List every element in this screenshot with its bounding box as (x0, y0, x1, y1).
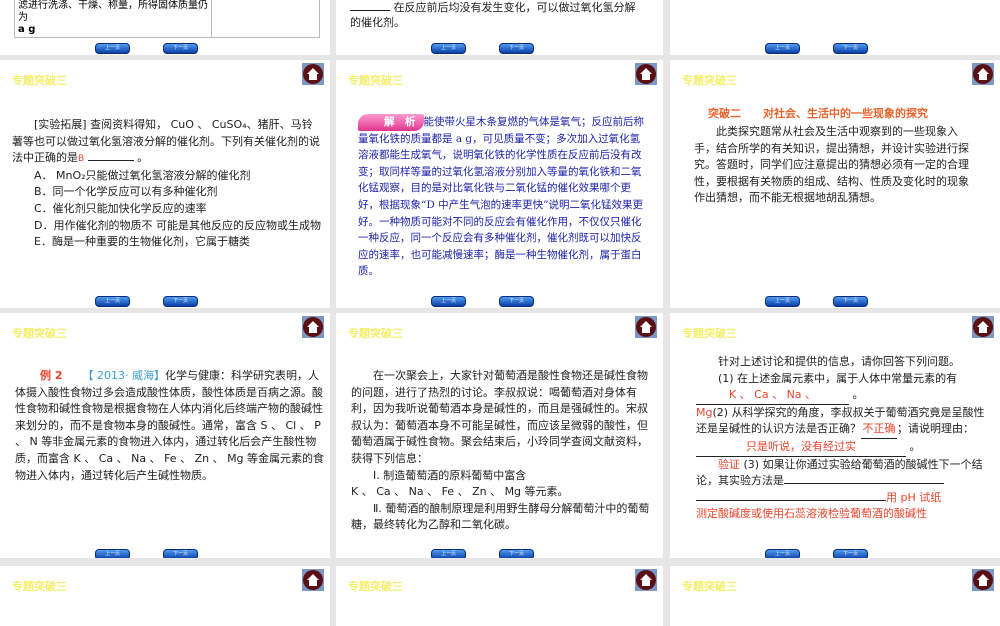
home-icon (640, 574, 652, 586)
option-b: B．同一个化学反应可以有多种催化剂 (34, 185, 218, 199)
slide-2[interactable]: 在反应前后均没有发生变化，可以做过氧化氢分解 的催化剂。 上一页 下一页 (336, 0, 663, 55)
prev-button[interactable]: 上一页 (95, 549, 130, 558)
example-source: 【 2013· 威海】 (82, 369, 165, 382)
example-label: 例 2 (40, 369, 63, 382)
home-button[interactable] (302, 316, 324, 338)
slide-8[interactable]: 专题突破三 在一次聚会上，大家针对葡萄酒是酸性食物还是碱性食物的问题，进行了热烈… (336, 313, 663, 558)
home-icon (307, 574, 319, 586)
slide-header: 专题突破三 (12, 580, 67, 593)
home-icon (977, 321, 989, 333)
next-button[interactable]: 下一页 (833, 43, 868, 54)
home-icon (640, 68, 652, 80)
table-cell-text: 滤进行洗涤、干燥、称量，所得固体质量仍为 (18, 0, 208, 23)
prev-button[interactable]: 上一页 (431, 296, 466, 307)
slide-header: 专题突破三 (12, 74, 67, 87)
analysis-text: 能使带火星木条复燃的气体是氧气；反应前后称量氧化铁的质量都是 a g，可见质量不… (358, 116, 644, 278)
question-2b: ；请说明理由： (897, 422, 974, 436)
next-button[interactable]: 下一页 (499, 43, 534, 54)
option-e: E．酶是一种重要的生物催化剂，它属于糖类 (34, 235, 250, 249)
next-button[interactable]: 下一页 (499, 296, 534, 307)
answer-3-end: 测定酸碱度或使用石蕊溶液检验葡萄酒的酸碱性 (696, 507, 927, 521)
prev-button[interactable]: 上一页 (95, 43, 130, 54)
home-icon (307, 68, 319, 80)
info-1-elements: K 、 Ca 、 Na 、 Fe 、 Zn 、 Mg 等元素。 (351, 485, 569, 499)
slide-7[interactable]: 专题突破三 例 2 【 2013· 威海】化学与健康：科学研究表明，人体摄入酸性食… (0, 313, 330, 558)
answer-3: 用 pH 试纸 (886, 490, 942, 504)
slide-10[interactable]: 专题突破三 (0, 566, 330, 626)
prev-button[interactable]: 上一页 (765, 296, 800, 307)
option-c: C．催化剂只能加快化学反应的速率 (34, 201, 207, 215)
slide-4[interactable]: 专题突破三 [实验拓展] 查阅资料得知， CuO 、 CuSO₄、猪肝、马铃薯等… (0, 60, 330, 308)
section-text: 此类探究题常从社会及生活中观察到的一些现象入手，结合所学的有关知识，提出猜想，并… (694, 125, 969, 205)
home-button[interactable] (635, 316, 657, 338)
experiment-table: 滤进行洗涤、干燥、称量，所得固体质量仍为 a g (14, 0, 320, 38)
slide-header: 专题突破三 (12, 327, 67, 340)
slide-5[interactable]: 专题突破三 解 析能使带火星木条复燃的气体是氧气；反应前后称量氧化铁的质量都是 … (336, 60, 663, 308)
prev-button[interactable]: 上一页 (95, 296, 130, 307)
home-icon (307, 321, 319, 333)
next-button[interactable]: 下一页 (163, 296, 198, 307)
slide-header: 专题突破三 (348, 74, 403, 87)
prev-button[interactable]: 上一页 (765, 43, 800, 54)
answer-1-mg: Mg (696, 405, 713, 419)
answer-text: B (78, 154, 85, 165)
next-button[interactable]: 下一页 (499, 549, 534, 558)
home-button[interactable] (302, 63, 324, 85)
analysis-tag: 解 析 (358, 114, 424, 131)
prev-button[interactable]: 上一页 (765, 549, 800, 558)
slide-header: 专题突破三 (348, 327, 403, 340)
conclusion-text-end: 的催化剂。 (350, 16, 405, 29)
option-d: D．用作催化剂的物质不 可能是其他反应的反应物或生成物 (34, 218, 321, 232)
home-button[interactable] (972, 316, 994, 338)
slide-6[interactable]: 专题突破三 突破二 对社会、生活中的一些现象的探究 此类探究题常从社会及生活中观察… (670, 60, 1000, 308)
next-button[interactable]: 下一页 (833, 549, 868, 558)
slide-9[interactable]: 专题突破三 针对上述讨论和提供的信息，请你回答下列问题。 (1) 在上述金属元素… (670, 313, 1000, 558)
home-button[interactable] (972, 569, 994, 591)
questions-intro: 针对上述讨论和提供的信息，请你回答下列问题。 (718, 355, 960, 368)
prev-button[interactable]: 上一页 (431, 549, 466, 558)
conclusion-text: 在反应前后均没有发生变化，可以做过氧化氢分解 (393, 1, 636, 14)
slide-header: 专题突破三 (682, 74, 737, 87)
slide-header: 专题突破三 (682, 580, 737, 593)
question-1: (1) 在上述金属元素中，属于人体中常量元素的有 (718, 371, 958, 385)
option-a: A． MnO₂只能做过氧化氢溶液分解的催化剂 (34, 168, 251, 182)
slide-11[interactable]: 专题突破三 (336, 566, 663, 626)
table-cell-mass: a g (18, 24, 36, 35)
section-title: 对社会、生活中的一些现象的探究 (763, 107, 928, 120)
next-button[interactable]: 下一页 (163, 43, 198, 54)
next-button[interactable]: 下一页 (833, 296, 868, 307)
prev-button[interactable]: 上一页 (431, 43, 466, 54)
info-2: Ⅱ. 葡萄酒的酿制原理是利用野生酵母分解葡萄汁中的葡萄糖，最终转化为乙醇和二氧化… (351, 501, 650, 532)
answer-1: K 、 Ca 、 Na 、 (728, 388, 817, 402)
slide-header: 专题突破三 (682, 327, 737, 340)
home-button[interactable] (302, 569, 324, 591)
home-icon (977, 574, 989, 586)
slide-1[interactable]: 滤进行洗涤、干燥、称量，所得固体质量仍为 a g 上一页 下一页 (0, 0, 330, 55)
story-text: 在一次聚会上，大家针对葡萄酒是酸性食物还是碱性食物的问题，进行了热烈的讨论。李叔… (351, 369, 648, 465)
question-text: [实验拓展] 查阅资料得知， CuO 、 CuSO₄、猪肝、马铃薯等也可以做过氧… (12, 118, 320, 165)
section-label: 突破二 (708, 107, 741, 120)
home-button[interactable] (972, 63, 994, 85)
info-1: Ⅰ. 制造葡萄酒的原料葡萄中富含 (373, 468, 527, 482)
home-button[interactable] (635, 569, 657, 591)
home-icon (977, 68, 989, 80)
answer-2: 不正确 (861, 421, 897, 439)
answer-2-reason-end: 验证 (718, 457, 740, 471)
home-icon (640, 321, 652, 333)
home-button[interactable] (635, 63, 657, 85)
next-button[interactable]: 下一页 (163, 549, 198, 558)
answer-2-reason: 只是听说，没有经过实 (696, 439, 906, 457)
example-text: 化学与健康：科学研究表明，人体摄入酸性食物过多会造成酸性体质，酸性体质是百病之源… (15, 369, 325, 482)
slide-header: 专题突破三 (348, 580, 403, 593)
slide-12[interactable]: 专题突破三 (670, 566, 1000, 626)
slide-3[interactable]: 上一页 下一页 (670, 0, 1000, 55)
